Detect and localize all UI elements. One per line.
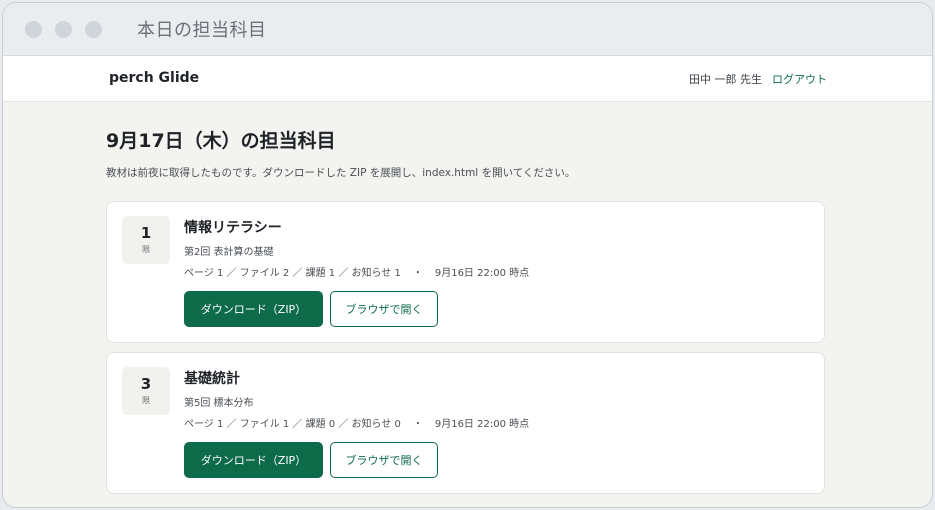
page-title: 9月17日（木）の担当科目 — [106, 130, 336, 152]
user-name: 田中 一郎 先生 — [689, 73, 762, 86]
open-in-browser-button[interactable]: ブラウザで開く — [330, 291, 438, 327]
meta-separator: ・ — [412, 268, 423, 279]
course-subject: 基礎統計 — [184, 371, 240, 387]
meta-separator: ・ — [412, 419, 423, 430]
app-header: perch Glide 田中 一郎 先生 ログアウト — [3, 56, 932, 102]
course-counts: ページ 1 ／ ファイル 2 ／ 課題 1 ／ お知らせ 1 — [184, 268, 401, 279]
course-timestamp: 9月16日 22:00 時点 — [434, 419, 530, 430]
period-number: 3 — [140, 375, 152, 393]
main-content: 9月17日（木）の担当科目 教材は前夜に取得したものです。ダウンロードした ZI… — [106, 126, 826, 180]
window-minimize-dot[interactable] — [55, 20, 72, 38]
user-area: 田中 一郎 先生 ログアウト — [689, 71, 827, 87]
download-zip-button[interactable]: ダウンロード（ZIP） — [184, 291, 323, 327]
course-meta: ページ 1 ／ ファイル 2 ／ 課題 1 ／ お知らせ 1 ・ 9月16日 22:… — [184, 264, 529, 279]
period-unit: 限 — [142, 245, 150, 254]
course-counts: ページ 1 ／ ファイル 1 ／ 課題 0 ／ お知らせ 0 — [184, 419, 401, 430]
course-session: 第2回 表計算の基礎 — [184, 247, 274, 258]
window-title: 本日の担当科目 — [137, 20, 267, 41]
course-subject: 情報リテラシー — [184, 220, 282, 236]
course-session: 第5回 標本分布 — [184, 398, 254, 409]
course-meta: ページ 1 ／ ファイル 1 ／ 課題 0 ／ お知らせ 0 ・ 9月16日 22:… — [184, 415, 529, 430]
window-close-dot[interactable] — [25, 20, 42, 38]
window-maximize-dot[interactable] — [85, 20, 102, 38]
course-card: 3 限 基礎統計 第5回 標本分布 ページ 1 ／ ファイル 1 ／ 課題 0 … — [106, 352, 825, 494]
logout-link[interactable]: ログアウト — [772, 71, 827, 87]
period-badge: 3 限 — [122, 367, 170, 415]
open-in-browser-button[interactable]: ブラウザで開く — [330, 442, 438, 478]
page-description: 教材は前夜に取得したものです。ダウンロードした ZIP を展開し、index.h… — [106, 167, 576, 179]
period-unit: 限 — [142, 396, 150, 405]
period-number: 1 — [140, 224, 152, 242]
course-timestamp: 9月16日 22:00 時点 — [434, 268, 530, 279]
download-zip-button[interactable]: ダウンロード（ZIP） — [184, 442, 323, 478]
brand-logo-text[interactable]: perch Glide — [109, 70, 199, 86]
period-badge: 1 限 — [122, 216, 170, 264]
course-card: 1 限 情報リテラシー 第2回 表計算の基礎 ページ 1 ／ ファイル 2 ／ … — [106, 201, 825, 343]
window-titlebar: 本日の担当科目 — [3, 3, 932, 56]
